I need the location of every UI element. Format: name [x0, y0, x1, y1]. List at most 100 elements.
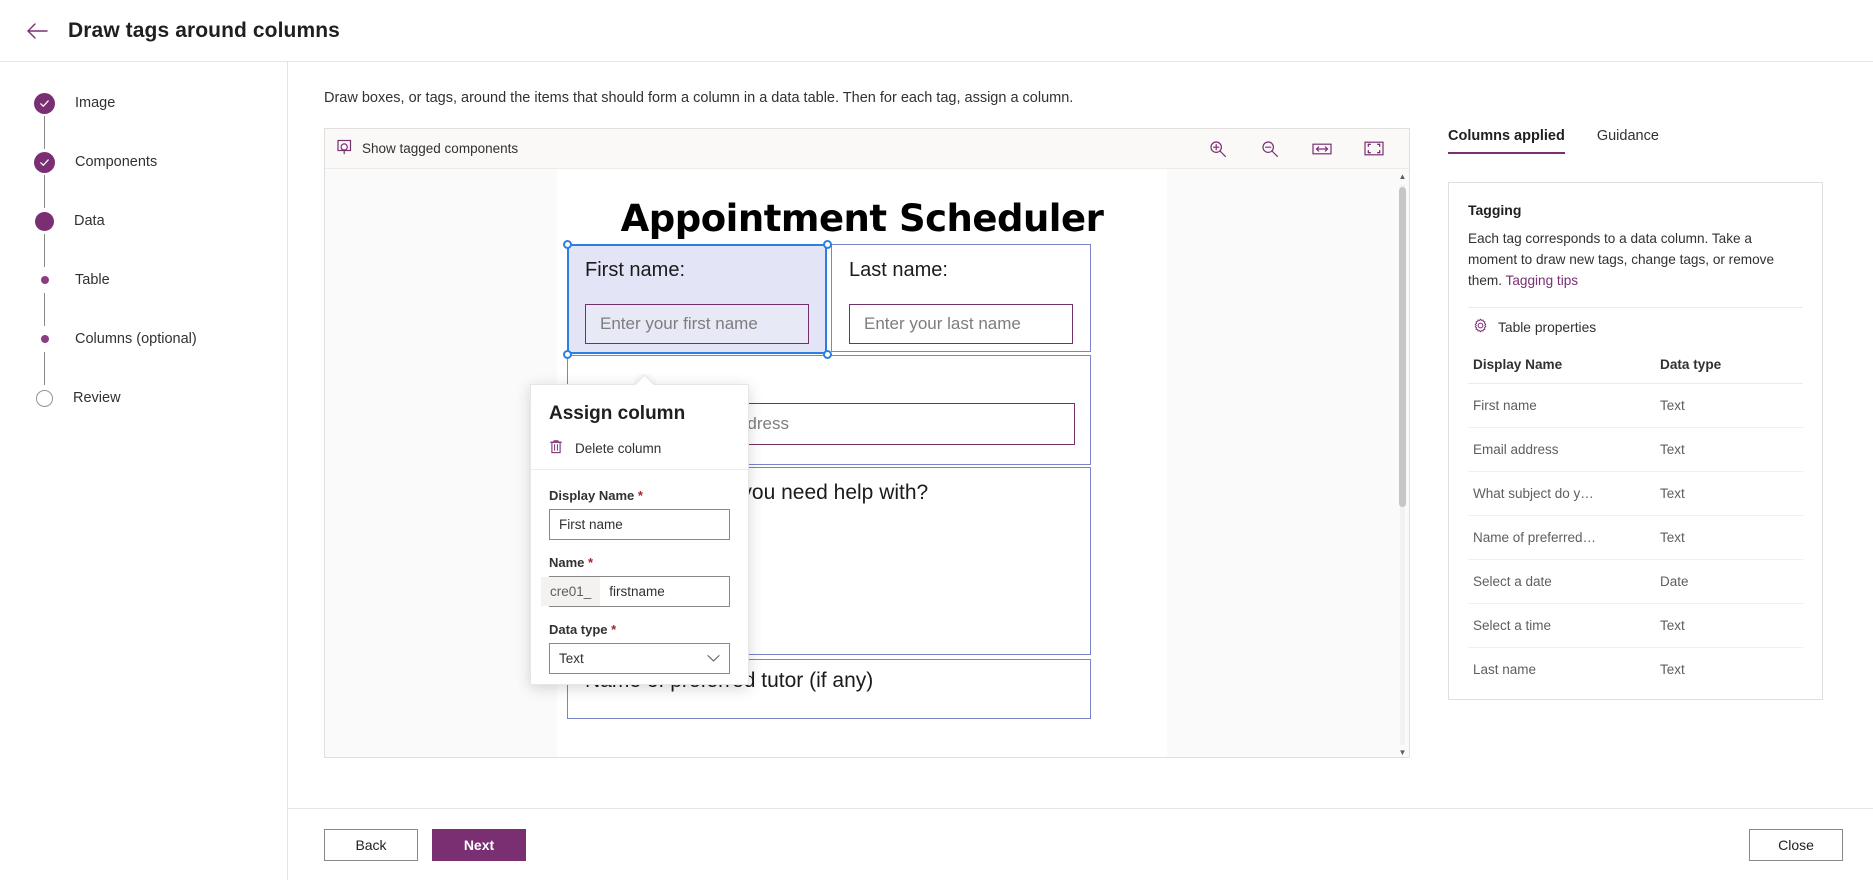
selection-handle-bl[interactable]	[563, 350, 572, 359]
table-row[interactable]: What subject do y… Text	[1468, 471, 1803, 516]
required-asterisk: *	[588, 555, 594, 570]
image-editor-card: Show tagged components Appointment Sched…	[324, 128, 1410, 758]
step-connector	[44, 234, 45, 267]
scrollbar-thumb[interactable]	[1399, 187, 1406, 507]
cell-data-type: Text	[1655, 515, 1803, 560]
sidebar-item-review[interactable]: Review	[0, 385, 287, 411]
back-arrow-icon[interactable]	[20, 14, 54, 48]
cell-data-type: Text	[1655, 383, 1803, 428]
cell-display-name: Email address	[1468, 427, 1655, 472]
table-row[interactable]: Last name Text	[1468, 648, 1803, 692]
instruction-text: Draw boxes, or tags, around the items th…	[324, 90, 1074, 106]
step-current-icon	[35, 211, 54, 231]
sidebar-item-label: Columns (optional)	[75, 331, 197, 347]
step-connector	[44, 352, 45, 385]
show-tagged-components-label: Show tagged components	[362, 141, 519, 156]
sidebar-item-label: Data	[74, 213, 105, 229]
zoom-out-icon[interactable]	[1259, 138, 1281, 160]
table-row[interactable]: Select a date Date	[1468, 559, 1803, 604]
name-group: Name * cre01_ firstname	[541, 555, 730, 607]
step-pending-icon	[34, 270, 55, 291]
sidebar-item-label: Table	[75, 272, 110, 288]
close-button[interactable]: Close	[1749, 828, 1843, 861]
popup-title: Assign column	[549, 403, 686, 424]
sidebar-item-label: Components	[75, 154, 158, 170]
delete-column-label: Delete column	[575, 440, 662, 456]
data-type-select[interactable]: Text	[549, 643, 730, 674]
show-tagged-components-button[interactable]: Show tagged components	[337, 139, 518, 158]
required-asterisk: *	[611, 622, 617, 637]
editor-toolbar: Show tagged components	[325, 129, 1409, 169]
columns-applied-table: Display Name Data type First name Text E…	[1468, 348, 1803, 691]
editor-toolbar-actions	[1207, 138, 1395, 160]
selection-handle-tr[interactable]	[823, 240, 832, 249]
tag-components-icon	[337, 139, 353, 158]
display-name-input[interactable]: First name	[549, 509, 730, 540]
sidebar-item-components[interactable]: Components	[0, 149, 287, 175]
table-row[interactable]: Select a time Text	[1468, 603, 1803, 648]
cell-display-name: Select a time	[1468, 603, 1655, 648]
gear-icon	[1473, 318, 1488, 336]
tab-columns-applied[interactable]: Columns applied	[1448, 128, 1565, 154]
zoom-in-icon[interactable]	[1207, 138, 1229, 160]
data-type-value: Text	[559, 651, 584, 666]
next-button[interactable]: Next	[432, 828, 526, 861]
sidebar-item-columns[interactable]: Columns (optional)	[0, 326, 287, 352]
footer-bar: Back Next Close	[288, 808, 1873, 880]
table-header-row: Display Name Data type	[1468, 348, 1803, 384]
canvas-right-gutter	[1167, 169, 1409, 757]
table-row[interactable]: First name Text	[1468, 383, 1803, 428]
doc-input-first-name[interactable]: Enter your first name	[585, 304, 809, 344]
cell-display-name: What subject do y…	[1468, 471, 1655, 516]
content-row: Show tagged components Appointment Sched…	[288, 106, 1873, 808]
table-properties-label: Table properties	[1498, 319, 1597, 335]
table-row[interactable]: Name of preferred… Text	[1468, 515, 1803, 560]
step-done-icon	[34, 92, 55, 114]
right-panel-tabs: Columns applied Guidance	[1448, 128, 1823, 154]
selection-handle-tl[interactable]	[563, 240, 572, 249]
table-body: First name Text Email address Text What …	[1468, 383, 1803, 692]
main-content: Draw boxes, or tags, around the items th…	[288, 62, 1873, 880]
name-prefix: cre01_	[541, 577, 601, 606]
page-body: Image Components Data Table Columns (opt…	[0, 62, 1873, 880]
sidebar-item-image[interactable]: Image	[0, 90, 287, 116]
data-type-label-text: Data type	[549, 622, 608, 637]
cell-data-type: Text	[1655, 603, 1803, 648]
name-value: firstname	[609, 584, 665, 599]
fit-width-icon[interactable]	[1311, 138, 1333, 160]
delete-column-button[interactable]: Delete column	[549, 439, 730, 457]
canvas-left-gutter	[325, 169, 557, 757]
chevron-down-icon	[707, 651, 720, 666]
display-name-label-text: Display Name	[549, 488, 635, 503]
tagging-heading: Tagging	[1468, 202, 1522, 218]
name-input[interactable]: cre01_ firstname	[541, 576, 730, 607]
selection-handle-br[interactable]	[823, 350, 832, 359]
step-connector	[44, 175, 45, 208]
sidebar-item-table[interactable]: Table	[0, 267, 287, 293]
wizard-sidebar: Image Components Data Table Columns (opt…	[0, 62, 288, 880]
scroll-down-icon[interactable]: ▼	[1398, 747, 1407, 757]
display-name-group: Display Name * First name	[549, 488, 730, 540]
document-title: Appointment Scheduler	[620, 197, 1104, 240]
table-properties-button[interactable]: Table properties	[1468, 307, 1803, 348]
doc-input-last-name[interactable]: Enter your last name	[849, 304, 1073, 344]
sidebar-item-label: Image	[75, 95, 116, 111]
tab-guidance[interactable]: Guidance	[1597, 128, 1659, 154]
assign-column-popup: Assign column Delete column Display Name…	[530, 384, 749, 685]
tagging-tips-link[interactable]: Tagging tips	[1506, 273, 1579, 288]
cell-display-name: First name	[1468, 383, 1655, 428]
table-row[interactable]: Email address Text	[1468, 427, 1803, 472]
page-title: Draw tags around columns	[68, 18, 340, 42]
scroll-up-icon[interactable]: ▲	[1398, 171, 1407, 183]
step-pending-icon	[34, 329, 55, 350]
cell-data-type: Text	[1660, 662, 1685, 677]
canvas-scrollbar[interactable]: ▲ ▼	[1398, 171, 1407, 757]
document-canvas[interactable]: Appointment Scheduler First name: Enter …	[325, 169, 1409, 757]
trash-icon	[549, 439, 563, 457]
back-button[interactable]: Back	[324, 828, 418, 861]
sidebar-item-data[interactable]: Data	[0, 208, 287, 234]
top-bar: Draw tags around columns	[0, 0, 1873, 62]
tagging-card: Tagging Each tag corresponds to a data c…	[1448, 182, 1823, 700]
doc-label-first-name: First name:	[585, 259, 686, 281]
fit-screen-icon[interactable]	[1363, 138, 1385, 160]
